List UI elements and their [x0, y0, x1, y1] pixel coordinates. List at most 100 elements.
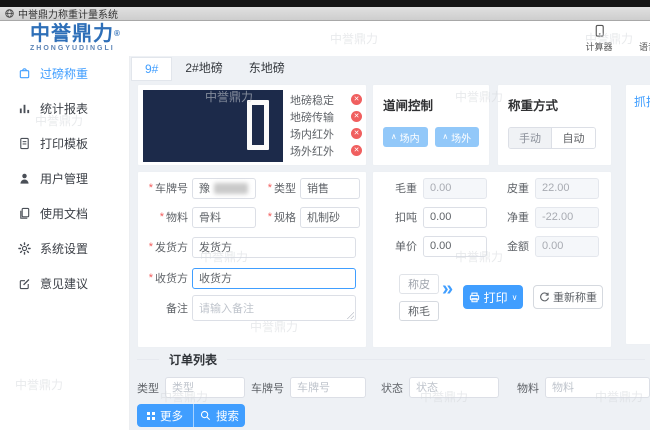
sidebar-item-feedback[interactable]: 意见建议 — [0, 266, 129, 301]
chevron-down-icon: ∨ — [511, 292, 518, 302]
tare-label: 皮重 — [507, 183, 529, 195]
more-button[interactable]: 更多 — [137, 404, 193, 427]
weigh-mode-toggle: 手动 自动 — [508, 127, 596, 149]
status-label: 场内红外 — [290, 128, 334, 141]
remark-label: 备注 — [166, 303, 188, 315]
weigh-gross-button[interactable]: 称毛 — [399, 301, 439, 321]
sidebar-item-weighing[interactable]: 过磅称重 — [0, 56, 129, 91]
more-label: 更多 — [160, 410, 183, 423]
scale-status-list: 地磅稳定 ✕ 地磅传输 ✕ 场内红外 ✕ 场外红外 ✕ — [290, 91, 362, 159]
brand-name: 中誉鼎力® — [30, 23, 121, 45]
error-circle-icon: ✕ — [351, 128, 362, 139]
tab-9[interactable]: 9# — [131, 57, 173, 81]
filter-status-input[interactable] — [409, 377, 499, 398]
type-input[interactable] — [300, 177, 360, 199]
gate-outside-button[interactable]: ∧ 场外 — [434, 127, 479, 147]
deduct-input[interactable] — [423, 206, 487, 228]
shipper-input[interactable] — [192, 236, 356, 258]
spec-label: * 规格 — [267, 211, 296, 224]
filter-material: 物料 — [517, 377, 650, 398]
receiver-label: * 收货方 — [148, 272, 188, 285]
divider-line — [227, 358, 645, 360]
sidebar-item-label: 系统设置 — [40, 242, 89, 256]
filter-plate-input[interactable] — [290, 377, 366, 398]
error-circle-icon: ✕ — [351, 145, 362, 156]
weigh-mode-panel: 称重方式 手动 自动 — [497, 84, 612, 166]
sidebar-item-print-template[interactable]: 打印模板 — [0, 126, 129, 161]
tare-input — [535, 177, 599, 199]
required-mark: * — [148, 272, 153, 284]
calculator-tool[interactable]: 计算器 — [578, 24, 620, 53]
required-mark: * — [159, 211, 164, 223]
vehicle-form-panel: *车牌号 *类型 *物料 *规格 *发货方 *收货方 备注 — [137, 171, 367, 348]
price-input[interactable] — [423, 235, 487, 257]
header-tools: 计算器 语音播报 — [578, 24, 650, 53]
snapshot-panel: 抓拍 — [625, 84, 650, 345]
filter-status-label: 状态 — [381, 382, 403, 395]
mode-manual-button[interactable]: 手动 — [509, 128, 552, 148]
material-input[interactable] — [192, 206, 256, 228]
weigh-tare-button[interactable]: 称皮 — [399, 274, 439, 294]
sidebar-item-label: 统计报表 — [40, 102, 89, 116]
brand-logo: 中誉鼎力® ZHONGYUDINGLI — [30, 24, 121, 52]
gate-inside-button[interactable]: ∧ 场内 — [383, 127, 428, 147]
sidebar-item-users[interactable]: 用户管理 — [0, 161, 129, 196]
filter-type: 类型 — [137, 377, 245, 398]
chevron-up-icon: ∧ — [442, 132, 449, 141]
resize-grip-icon[interactable] — [347, 312, 354, 319]
reweigh-label: 重新称重 — [553, 292, 597, 304]
price-label: 单价 — [395, 241, 417, 253]
voice-tool[interactable]: 语音播报 — [636, 24, 650, 53]
sidebar-item-docs[interactable]: 使用文档 — [0, 196, 129, 231]
filter-type-label: 类型 — [137, 382, 159, 395]
document-icon — [20, 137, 29, 150]
status-label: 地磅稳定 — [290, 94, 334, 107]
spec-input[interactable] — [300, 206, 360, 228]
app-globe-icon — [5, 9, 14, 18]
sidebar-item-label: 用户管理 — [40, 172, 89, 186]
filter-type-input[interactable] — [165, 377, 245, 398]
order-list-title: 订单列表 — [169, 352, 218, 367]
weigh-mode-title: 称重方式 — [508, 99, 559, 113]
search-button[interactable]: 搜索 — [193, 404, 245, 427]
reweigh-button[interactable]: 重新称重 — [533, 285, 603, 309]
mode-auto-button[interactable]: 自动 — [552, 128, 595, 148]
gross-label: 毛重 — [395, 183, 417, 195]
amount-input — [535, 235, 599, 257]
plate-redaction-blur — [214, 182, 248, 194]
snapshot-link[interactable]: 抓拍 — [634, 95, 650, 109]
plate-label: * 车牌号 — [148, 182, 188, 195]
calculator-label: 计算器 — [585, 42, 613, 52]
scale-display-panel: 地磅稳定 ✕ 地磅传输 ✕ 场内红外 ✕ 场外红外 ✕ — [137, 84, 367, 166]
material-label: * 物料 — [159, 211, 188, 224]
remark-field-wrap — [192, 295, 356, 321]
brand-romanized: ZHONGYUDINGLI — [30, 45, 115, 52]
window-titlebar[interactable]: 中誉鼎力称重计量系统 — [0, 7, 650, 21]
tab-2-dibang[interactable]: 2#地磅 — [172, 57, 235, 81]
registered-mark: ® — [114, 29, 121, 38]
app-window: 中誉鼎力称重计量系统 中誉鼎力® ZHONGYUDINGLI 计算器 语音播 — [0, 0, 650, 430]
sidebar-item-label: 意见建议 — [40, 277, 89, 291]
sidebar-item-label: 打印模板 — [40, 137, 89, 151]
remark-textarea[interactable] — [192, 295, 356, 321]
error-circle-icon: ✕ — [351, 94, 362, 105]
copy-docs-icon — [20, 207, 30, 219]
sidebar: 过磅称重 统计报表 打印模板 用户管理 使用文档 系统设置 意见建议 — [0, 56, 130, 430]
print-button[interactable]: 打印 ∨ — [463, 285, 523, 309]
sidebar-item-settings[interactable]: 系统设置 — [0, 231, 129, 266]
tab-dong-dibang[interactable]: 东地磅 — [236, 57, 298, 81]
required-mark: * — [267, 211, 272, 223]
status-infrared-inside: 场内红外 ✕ — [290, 125, 362, 142]
printer-icon — [469, 292, 479, 302]
receiver-input[interactable] — [192, 267, 356, 289]
sidebar-item-reports[interactable]: 统计报表 — [0, 91, 129, 126]
required-mark: * — [267, 182, 272, 194]
gear-icon — [18, 242, 31, 255]
sidebar-item-label: 过磅称重 — [40, 67, 89, 81]
filter-material-input[interactable] — [545, 377, 650, 398]
plate-field-wrap — [192, 177, 256, 199]
calculator-icon — [595, 24, 604, 37]
print-label: 打印 — [483, 290, 508, 305]
grid-icon — [147, 411, 155, 420]
refresh-icon — [540, 291, 549, 301]
